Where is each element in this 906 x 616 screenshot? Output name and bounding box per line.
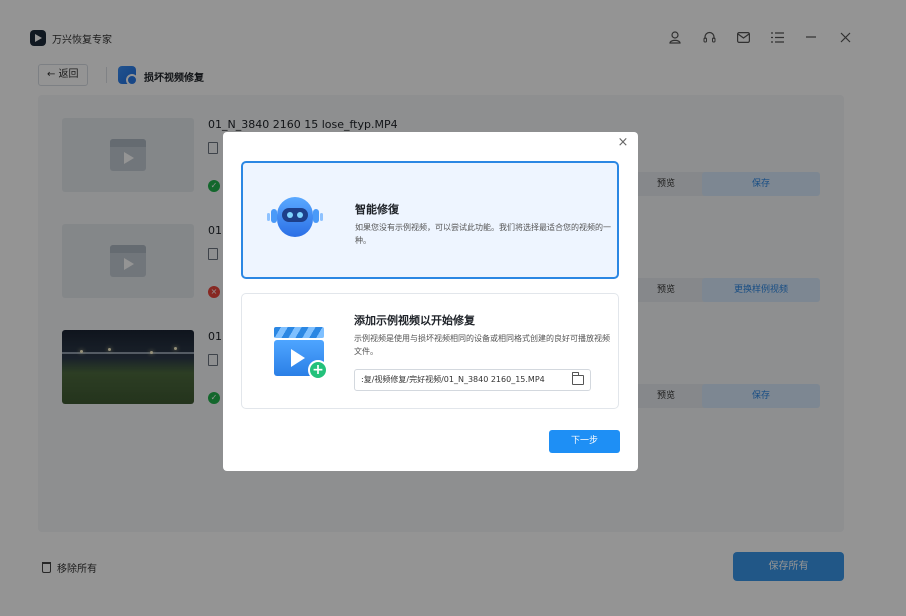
robot-face [282, 208, 308, 222]
sample-repair-description: 示例视频是使用与损坏视频相同的设备或相同格式创建的良好可播放视频文件。 [354, 334, 610, 356]
sample-repair-option[interactable]: + 添加示例视频以开始修复 示例视频是使用与损坏视频相同的设备或相同格式创建的良… [241, 293, 619, 409]
smart-repair-option[interactable]: 智能修復 如果您没有示例视频，可以尝试此功能。我们将选择最适合您的视频的一种。 [241, 161, 619, 279]
robot-head [277, 197, 313, 237]
smart-repair-description: 如果您没有示例视频，可以尝试此功能。我们将选择最适合您的视频的一种。 [355, 223, 611, 245]
robot-eye [297, 212, 303, 218]
clapper-top [274, 327, 324, 338]
plus-icon: + [308, 360, 328, 380]
robot-ear [313, 209, 319, 223]
robot-antenna [267, 213, 270, 221]
sample-repair-title: 添加示例视频以开始修复 [354, 314, 475, 327]
add-video-icon: + [274, 327, 328, 380]
next-button[interactable]: 下一步 [549, 430, 620, 453]
dialog-close-icon[interactable]: × [616, 136, 630, 150]
sample-video-path: :复/视频修复/完好视频/01_N_3840 2160_15.MP4 [361, 375, 545, 384]
repair-mode-dialog: × 智能修復 如果您没有示例视频，可以尝试此功能。我们将选择最适合您的视频的一种… [223, 132, 638, 471]
robot-icon [265, 193, 325, 245]
sample-video-path-field[interactable]: :复/视频修复/完好视频/01_N_3840 2160_15.MP4 [354, 369, 591, 391]
smart-repair-title: 智能修復 [355, 203, 399, 216]
folder-icon[interactable] [572, 372, 584, 385]
robot-eye [287, 212, 293, 218]
robot-antenna [320, 213, 323, 221]
